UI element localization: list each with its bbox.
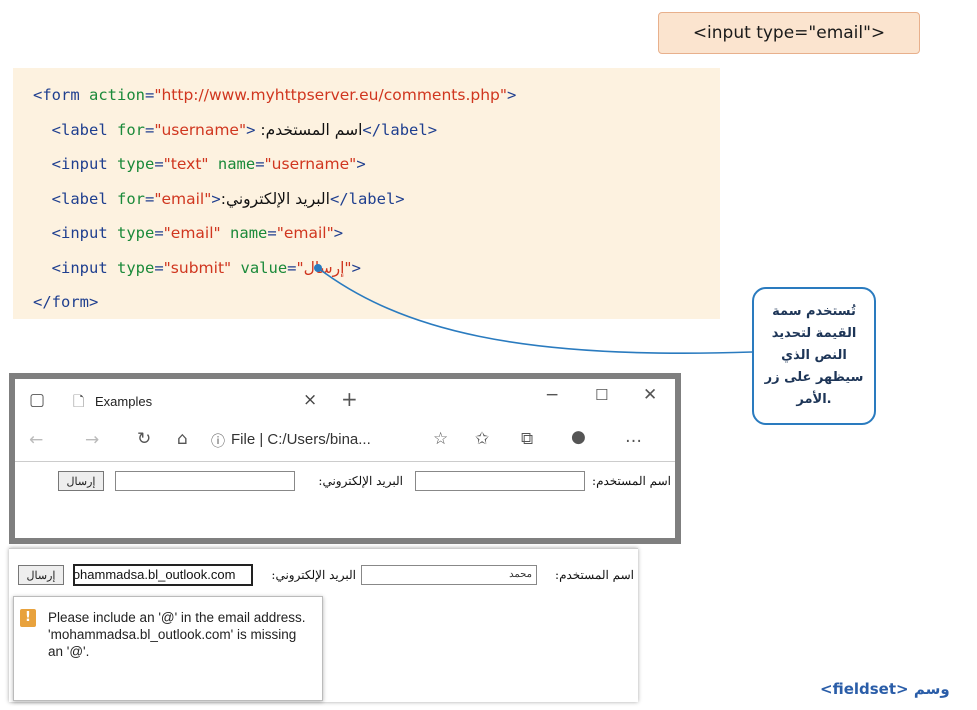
code-token: = [154, 155, 164, 173]
code-token: </label> [329, 189, 405, 208]
code-token: > [507, 86, 517, 104]
close-window-icon[interactable]: ✕ [643, 385, 657, 405]
new-tab-icon[interactable]: + [341, 387, 358, 411]
code-token: </form> [33, 293, 99, 311]
code-token: = [287, 258, 297, 277]
code-block: <form action="http://www.myhttpserver.eu… [13, 68, 720, 319]
callout-text: تُستخدم سمة القيمة لتحديد النص الذي سيظه… [764, 304, 864, 407]
code-line-6: <input type="submit" value="إرسال"> [33, 251, 720, 286]
browser-window: ▢ 🗋 Examples × + − ☐ ✕ ← → ↻ ⌂ ⓘ File | … [9, 373, 681, 544]
code-token: = [154, 258, 164, 277]
back-icon[interactable]: ← [29, 430, 43, 450]
divider [9, 548, 638, 549]
code-token: "text" [163, 155, 209, 173]
code-token: "submit" [163, 258, 232, 277]
code-line-1: <form action="http://www.myhttpserver.eu… [33, 78, 720, 113]
email-label: البريد الإلكتروني: [318, 474, 403, 488]
code-token: = [267, 224, 277, 242]
warning-icon: ! [20, 609, 36, 627]
code-token: type [117, 155, 155, 173]
code-line-7: </form> [33, 285, 720, 320]
code-token: > [351, 258, 361, 277]
code-token: for [117, 189, 145, 208]
code-token: for [117, 120, 145, 139]
email-input[interactable]: mohammadsa.bl_outlook.com [73, 564, 253, 586]
tab-actions-icon[interactable]: ▢ [29, 390, 45, 410]
code-token: > [211, 189, 221, 208]
code-token: <input [51, 258, 117, 277]
tab-close-icon[interactable]: × [303, 390, 317, 410]
code-token: <label [51, 189, 117, 208]
code-token: :اسم المستخدم [255, 120, 363, 139]
address-bar: ← → ↻ ⌂ ⓘ File | C:/Users/bina... ☆ ✩ ⧉ … [15, 421, 675, 461]
refresh-icon[interactable]: ↻ [137, 429, 151, 449]
code-token: "إرسال" [296, 258, 352, 277]
email-input[interactable] [115, 471, 295, 491]
code-token: = [154, 224, 164, 242]
tab-examples[interactable]: 🗋 Examples × [63, 383, 333, 422]
code-token: "http://www.myhttpserver.eu/comments.php… [154, 86, 508, 104]
section-heading: وسم <fieldset> [820, 680, 950, 698]
username-label: اسم المستخدم: [592, 474, 671, 488]
username-input[interactable]: محمد [361, 565, 537, 585]
username-label: اسم المستخدم: [555, 568, 634, 582]
code-token: type [117, 224, 155, 242]
address-text[interactable]: File | C:/Users/bina... [231, 431, 371, 448]
code-token: = [145, 86, 155, 104]
collections-icon[interactable]: ⧉ [521, 429, 533, 449]
code-token: "email" [154, 189, 212, 208]
code-token: name [217, 155, 256, 173]
code-token: = [255, 155, 265, 173]
code-line-5: <input type="email" name="email"> [33, 216, 720, 251]
code-token: <label [51, 120, 117, 139]
maximize-icon[interactable]: ☐ [595, 386, 608, 404]
code-token: <form [33, 86, 89, 104]
code-line-4: <label for="email">:البريد الإلكتروني</l… [33, 182, 720, 217]
code-token: > [333, 224, 344, 242]
info-icon[interactable]: ⓘ [211, 431, 225, 451]
favorites-list-icon[interactable]: ✩ [475, 429, 489, 449]
username-input[interactable] [415, 471, 585, 491]
code-token: value [240, 258, 288, 277]
submit-button[interactable]: إرسال [18, 565, 64, 585]
code-token: :البريد الإلكتروني [220, 189, 330, 208]
validation-preview: اسم المستخدم: محمد البريد الإلكتروني: mo… [9, 548, 638, 702]
forward-icon[interactable]: → [85, 430, 99, 450]
code-token: = [145, 120, 155, 139]
tab-title: Examples [95, 394, 153, 409]
code-token: "username" [154, 120, 247, 139]
more-icon[interactable]: … [625, 427, 642, 447]
email-label: البريد الإلكتروني: [271, 568, 356, 582]
code-token: <input [51, 224, 117, 242]
code-token: </label> [362, 120, 438, 139]
submit-button[interactable]: إرسال [58, 471, 104, 491]
form-preview: اسم المستخدم: البريد الإلكتروني: إرسال [15, 461, 675, 507]
code-token: action [89, 86, 145, 104]
code-token: "email" [163, 224, 221, 242]
validation-message: Please include an '@' in the email addre… [48, 610, 306, 659]
minimize-icon[interactable]: − [545, 385, 559, 405]
code-token: "email" [276, 224, 334, 242]
code-token: name [230, 224, 268, 242]
value-attribute-callout: تُستخدم سمة القيمة لتحديد النص الذي سيظه… [752, 287, 876, 425]
tag-box-text: <input type="email"> [692, 23, 886, 43]
validation-tooltip: ! Please include an '@' in the email add… [13, 596, 323, 701]
code-token: "username" [264, 155, 357, 173]
code-token: > [356, 155, 366, 173]
home-icon[interactable]: ⌂ [177, 429, 188, 449]
code-token: <input [51, 155, 117, 173]
code-token: = [145, 189, 155, 208]
profile-icon[interactable]: ● [571, 427, 586, 447]
code-line-2: <label for="username"> :اسم المستخدم</la… [33, 113, 720, 148]
code-token: type [117, 258, 155, 277]
code-line-3: <input type="text" name="username"> [33, 147, 720, 182]
page-icon: 🗋 [73, 394, 85, 410]
tab-bar: ▢ 🗋 Examples × + − ☐ ✕ [15, 379, 675, 422]
input-email-tag-box: <input type="email"> [658, 12, 920, 54]
favorite-icon[interactable]: ☆ [433, 429, 448, 449]
